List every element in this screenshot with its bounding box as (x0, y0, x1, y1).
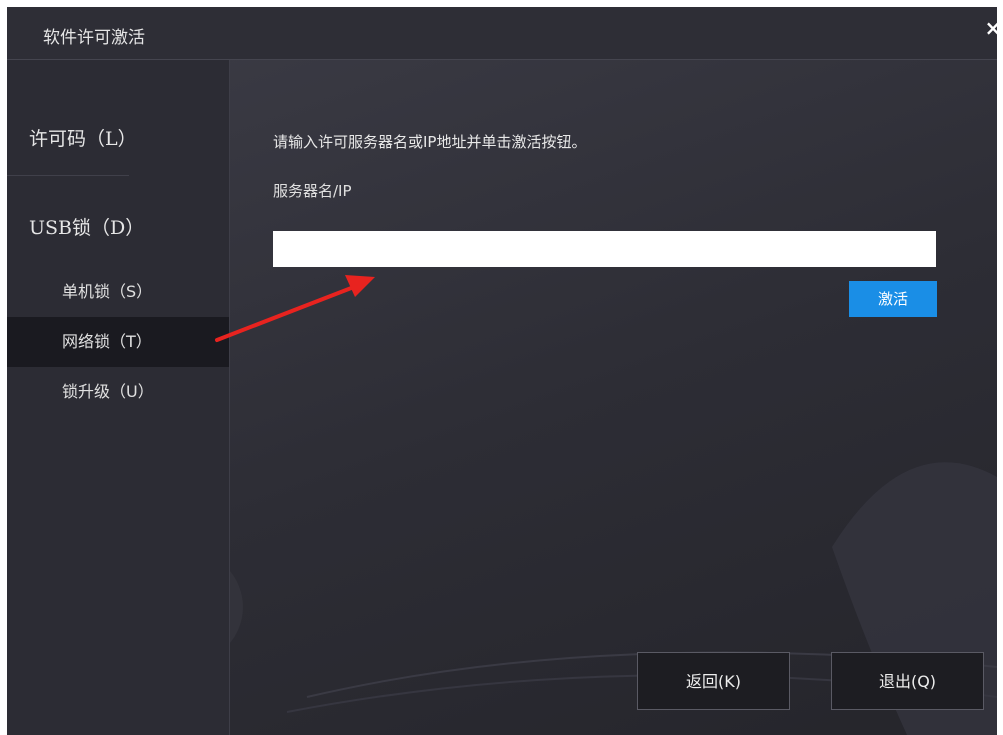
sidebar-item-lock-upgrade[interactable]: 锁升级（U） (7, 367, 229, 417)
title-bar: 软件许可激活 × (7, 7, 997, 60)
sidebar-usb-lock[interactable]: USB锁（D） (29, 213, 144, 240)
sidebar-divider (7, 175, 129, 176)
sidebar-item-network-lock[interactable]: 网络锁（T） (7, 317, 229, 367)
window-title: 软件许可激活 (43, 28, 145, 48)
instruction-text: 请输入许可服务器名或IP地址并单击激活按钮。 (273, 133, 587, 151)
server-input[interactable] (273, 231, 936, 267)
sidebar-item-standalone-lock[interactable]: 单机锁（S） (7, 267, 229, 317)
activate-button[interactable]: 激活 (849, 281, 937, 317)
license-activation-window: 软件许可激活 × 许可码（L） USB锁（D） 单机锁（S） 网络锁（T） 锁升… (7, 7, 997, 735)
back-button[interactable]: 返回(K) (637, 652, 790, 710)
sidebar-license-code[interactable]: 许可码（L） (29, 124, 137, 151)
close-icon[interactable]: × (982, 17, 997, 39)
exit-button[interactable]: 退出(Q) (831, 652, 984, 710)
server-field-label: 服务器名/IP (273, 182, 352, 200)
sidebar: 许可码（L） USB锁（D） 单机锁（S） 网络锁（T） 锁升级（U） (7, 60, 230, 735)
main-panel: 请输入许可服务器名或IP地址并单击激活按钮。 服务器名/IP 激活 返回(K) … (230, 60, 997, 735)
